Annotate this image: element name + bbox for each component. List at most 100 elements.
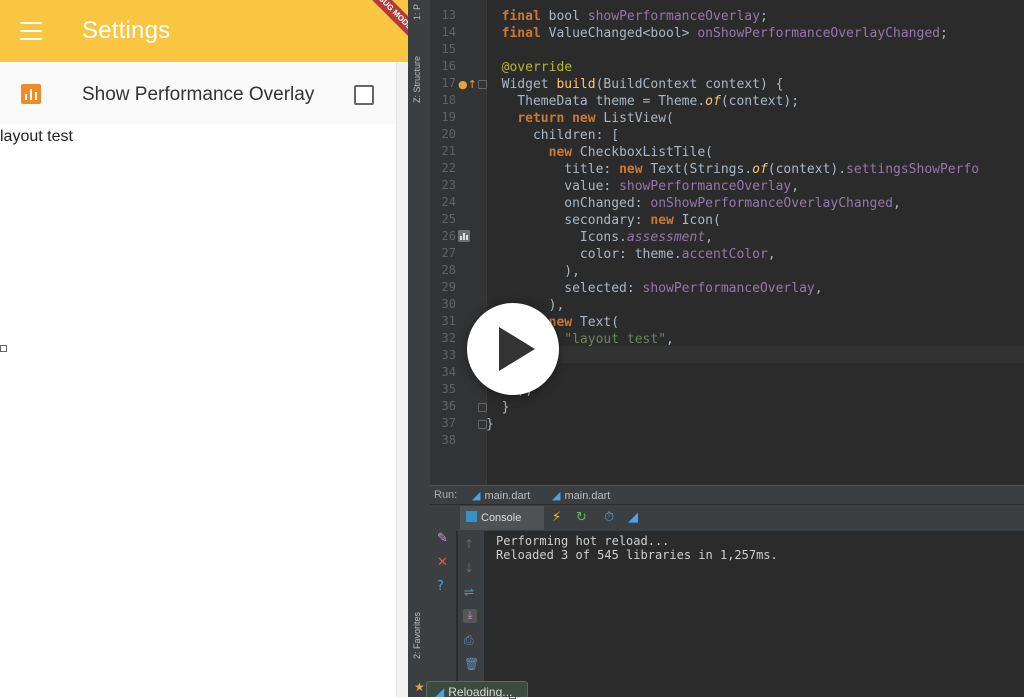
layout-test-text: layout test bbox=[0, 128, 73, 145]
app-bar: Settings DEBUG MODE bbox=[0, 0, 408, 62]
code-line: selected: showPerformanceOverlay, bbox=[486, 281, 823, 296]
line-number: 36 bbox=[441, 399, 456, 413]
code-line: Widget build(BuildContext context) { bbox=[486, 77, 784, 92]
trash-icon[interactable]: 🗑 bbox=[464, 657, 479, 671]
run-panel-header: Run: ◢ main.dart ◢ main.dart bbox=[430, 485, 1024, 505]
line-number: 29 bbox=[441, 280, 456, 294]
line-number: 23 bbox=[441, 178, 456, 192]
star-icon: ★ bbox=[414, 680, 425, 694]
run-toolbar: Console ⚡ ↻ ⏱ ◢ bbox=[430, 505, 1024, 531]
line-number: 25 bbox=[441, 212, 456, 226]
tool-tab-favorites[interactable]: 2: Favorites bbox=[412, 612, 422, 659]
line-number: 16 bbox=[441, 59, 456, 73]
console-line: Performing hot reload... bbox=[496, 534, 670, 548]
scroll-to-end-icon[interactable]: ⤓ bbox=[463, 609, 477, 623]
page-title: Settings bbox=[82, 17, 171, 44]
play-button[interactable] bbox=[467, 303, 559, 395]
line-number: 32 bbox=[441, 331, 456, 345]
line-number: 19 bbox=[441, 110, 456, 124]
run-actions-bar: ✎ ✕ ? bbox=[430, 505, 456, 697]
run-tab-main-dart[interactable]: ◢ main.dart bbox=[552, 489, 610, 502]
code-line: final bool showPerformanceOverlay; bbox=[501, 9, 768, 24]
line-number: 22 bbox=[441, 161, 456, 175]
close-icon[interactable]: ✕ bbox=[437, 555, 448, 570]
run-tab-label: main.dart bbox=[484, 490, 531, 502]
soft-wrap-icon[interactable]: ⇌ bbox=[464, 585, 474, 599]
pin-icon[interactable]: ✎ bbox=[437, 531, 448, 546]
line-number: 34 bbox=[441, 365, 456, 379]
tile-title: Show Performance Overlay bbox=[82, 84, 315, 105]
code-line: color: theme.accentColor, bbox=[486, 247, 776, 262]
emulator-frame-edge bbox=[396, 62, 408, 697]
code-line: } bbox=[486, 400, 510, 415]
code-line: ), bbox=[486, 264, 580, 279]
code-line: ThemeData theme = Theme.of(context); bbox=[486, 94, 800, 109]
line-number: 33 bbox=[441, 348, 456, 362]
line-number: 30 bbox=[441, 297, 456, 311]
console-line: Reloaded 3 of 545 libraries in 1,257ms. bbox=[496, 548, 778, 562]
run-label: Run: bbox=[434, 489, 458, 501]
show-performance-overlay-tile[interactable]: Show Performance Overlay bbox=[0, 62, 396, 124]
console-actions-bar: ↑ ↓ ⇌ ⤓ ⎙ 🗑 bbox=[458, 531, 484, 697]
performance-overlay-checkbox[interactable] bbox=[354, 85, 374, 105]
scroll-up-icon[interactable]: ↑ bbox=[464, 537, 474, 551]
line-number: 38 bbox=[441, 433, 456, 447]
override-marker-icon[interactable]: ●↑ bbox=[458, 78, 477, 91]
tool-tab-structure[interactable]: Z: Structure bbox=[412, 56, 422, 103]
menu-icon[interactable] bbox=[20, 22, 42, 40]
tool-tab-project[interactable]: 1: P bbox=[412, 4, 422, 20]
line-number: 15 bbox=[441, 42, 456, 56]
play-icon bbox=[499, 327, 535, 371]
reloading-notification: ◢ Reloading... bbox=[426, 681, 528, 697]
run-tab-label: main.dart bbox=[564, 490, 611, 502]
code-line: onChanged: onShowPerformanceOverlayChang… bbox=[486, 196, 901, 211]
code-line: final ValueChanged<bool> onShowPerforman… bbox=[501, 26, 948, 41]
line-number: 20 bbox=[441, 127, 456, 141]
run-tab-main-dart[interactable]: ◢ main.dart bbox=[472, 489, 530, 502]
emulator-screen: Settings DEBUG MODE Show Performance Ove… bbox=[0, 0, 408, 697]
help-icon[interactable]: ? bbox=[437, 579, 444, 594]
scroll-down-icon[interactable]: ↓ bbox=[464, 561, 474, 575]
console-icon bbox=[466, 511, 477, 522]
line-number: 26 bbox=[441, 229, 456, 243]
tool-window-strip: 1: P Z: Structure 2: Favorites ★ bbox=[408, 0, 431, 697]
tab-console[interactable]: Console bbox=[460, 506, 544, 530]
code-line: new CheckboxListTile( bbox=[548, 145, 713, 160]
line-number: 24 bbox=[441, 195, 456, 209]
resize-handle[interactable] bbox=[0, 345, 7, 352]
reloading-label: Reloading... bbox=[448, 685, 513, 697]
code-line: value: showPerformanceOverlay, bbox=[486, 179, 800, 194]
flutter-inspector-icon[interactable]: ◢ bbox=[628, 510, 638, 525]
code-line: children: [ bbox=[486, 128, 620, 143]
console-tab-label: Console bbox=[481, 512, 522, 524]
code-line: secondary: new Icon( bbox=[486, 213, 721, 228]
line-number: 18 bbox=[441, 93, 456, 107]
debug-banner: DEBUG MODE bbox=[361, 0, 408, 39]
line-number: 17 bbox=[441, 76, 456, 90]
flutter-icon: ◢ bbox=[472, 490, 481, 502]
line-number: 21 bbox=[441, 144, 456, 158]
line-number: 35 bbox=[441, 382, 456, 396]
line-number: 31 bbox=[441, 314, 456, 328]
assessment-icon bbox=[21, 84, 41, 104]
print-icon[interactable]: ⎙ bbox=[464, 633, 474, 648]
line-number: 14 bbox=[441, 25, 456, 39]
line-number: 28 bbox=[441, 263, 456, 277]
code-line: Icons.assessment, bbox=[486, 230, 713, 245]
line-gutter: 13 14 15 16 17 18 19 20 21 22 23 24 25 2… bbox=[430, 0, 487, 485]
hot-restart-icon[interactable]: ↻ bbox=[576, 510, 587, 525]
flutter-icon: ◢ bbox=[552, 490, 561, 502]
console-output[interactable]: Performing hot reload... Reloaded 3 of 5… bbox=[484, 531, 1024, 697]
code-line: title: new Text(Strings.of(context).sett… bbox=[486, 162, 980, 177]
flutter-icon: ◢ bbox=[435, 685, 445, 697]
caret-row-highlight bbox=[486, 346, 1024, 363]
timer-icon[interactable]: ⏱ bbox=[604, 510, 614, 525]
line-number: 13 bbox=[441, 8, 456, 22]
code-line: @override bbox=[501, 60, 573, 75]
code-line: } bbox=[486, 417, 494, 432]
code-editor[interactable]: final bool showPerformanceOverlay; final… bbox=[486, 0, 1024, 485]
assessment-preview-icon bbox=[458, 230, 470, 242]
line-number: 27 bbox=[441, 246, 456, 260]
hot-reload-icon[interactable]: ⚡ bbox=[552, 510, 561, 525]
code-line: return new ListView( bbox=[517, 111, 674, 126]
